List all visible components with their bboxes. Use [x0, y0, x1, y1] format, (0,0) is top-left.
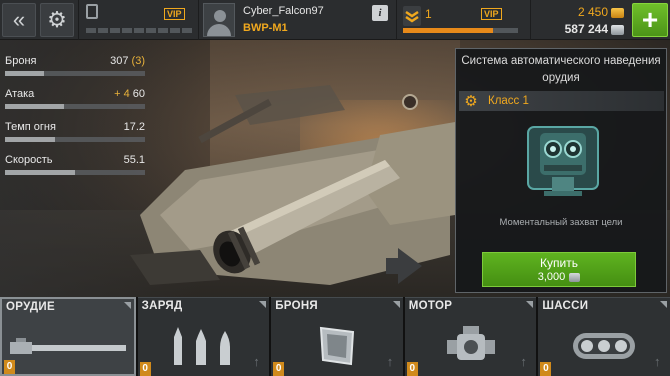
stat-bar	[5, 170, 145, 175]
stat-value: 17.2	[123, 121, 145, 133]
tab-count: 0	[540, 362, 552, 376]
avatar[interactable]	[203, 3, 235, 37]
stat-bar	[5, 71, 145, 76]
stat-speed: Скорость 55.1	[5, 154, 145, 187]
tab-label: МОТОР	[408, 300, 453, 312]
upgrade-arrow-icon: ↑	[520, 354, 527, 369]
divider	[396, 0, 397, 40]
corner-icon	[392, 301, 400, 308]
stat-label: Броня	[5, 55, 37, 67]
tab-chassis[interactable]: ШАССИ ↑ 0	[538, 297, 670, 376]
stat-bar	[5, 104, 145, 109]
gear-icon: ⚙	[464, 93, 478, 110]
module-panel: Система автоматического наведения орудия…	[455, 48, 667, 293]
tab-label: ЗАРЯД	[141, 300, 183, 312]
stat-value: 55.1	[123, 154, 145, 166]
module-title: Система автоматического наведения орудия	[461, 55, 661, 84]
stat-label: Атака	[5, 88, 35, 100]
corner-icon	[259, 301, 267, 308]
player-name: Cyber_Falcon97	[243, 5, 324, 17]
silver-coin-icon	[569, 272, 581, 282]
stat-label: Темп огня	[5, 121, 56, 133]
divider	[530, 0, 531, 40]
add-currency-button[interactable]: +	[632, 3, 668, 37]
vip-badge: VIP	[481, 8, 502, 20]
armor-plate-icon	[271, 318, 403, 373]
tab-gun[interactable]: ОРУДИЕ 0	[0, 297, 136, 376]
module-class: Класс 1	[488, 95, 529, 107]
gold-amount: 2 450	[577, 5, 608, 19]
stat-attack: Атака + 4 60	[5, 88, 145, 121]
vip-badge: VIP	[164, 8, 185, 20]
corner-icon	[123, 302, 131, 309]
price: 3,000	[483, 271, 635, 283]
module-class-row: ⚙ Класс 1	[459, 91, 664, 111]
track-icon	[538, 318, 670, 373]
gold-coin-icon	[611, 8, 624, 18]
upgrade-arrow-icon: ↑	[253, 354, 260, 369]
stat-value: + 4 60	[114, 88, 145, 100]
settings-button[interactable]: ⚙	[40, 3, 74, 37]
tank-name: BWP-M1	[243, 22, 288, 34]
upgrade-arrow-icon: ↑	[386, 354, 394, 369]
energy-bar	[86, 28, 192, 33]
shells-icon	[138, 318, 270, 373]
module-tabs: ОРУДИЕ 0 ЗАРЯД ↑ 0 БРОНЯ ↑ 0 МОТОР ↑ 0 Ш…	[0, 297, 670, 376]
tab-ammo[interactable]: ЗАРЯД ↑ 0	[137, 297, 270, 376]
divider	[78, 0, 79, 40]
tab-count: 0	[4, 360, 15, 374]
targeting-module-icon	[527, 126, 599, 196]
tab-count: 0	[406, 362, 418, 376]
engine-icon	[405, 318, 537, 373]
silver-coin-icon	[611, 25, 624, 35]
rank-chevron-icon	[403, 6, 421, 26]
tab-count: 0	[273, 362, 285, 376]
tab-label: ОРУДИЕ	[6, 301, 55, 313]
xp-progress-bar	[403, 28, 518, 33]
info-button[interactable]: i	[372, 5, 388, 21]
stat-bar	[5, 137, 145, 142]
tab-count: 0	[139, 362, 151, 376]
corner-icon	[659, 301, 667, 308]
buy-label: Купить	[540, 256, 578, 270]
double-chevron-left-icon: «	[12, 7, 26, 32]
stat-value: 307 (3)	[110, 55, 145, 67]
tank-stats: Броня 307 (3) Атака + 4 60 Темп огня 17.…	[5, 55, 145, 187]
top-bar: « ⚙ VIP Cyber_Falcon97 BWP-M1 i 1 VIP 2 …	[0, 0, 670, 40]
corner-icon	[526, 301, 534, 308]
module-description: Моментальный захват цели	[499, 217, 623, 228]
tab-armor[interactable]: БРОНЯ ↑ 0	[271, 297, 403, 376]
back-button[interactable]: «	[2, 3, 36, 37]
gear-icon: ⚙	[47, 7, 67, 32]
buy-button[interactable]: Купить 3,000	[482, 252, 636, 287]
stat-label: Скорость	[5, 154, 53, 166]
stat-fire-rate: Темп огня 17.2	[5, 121, 145, 154]
silver-amount: 587 244	[564, 22, 608, 36]
arrow-icon	[398, 248, 422, 284]
tab-label: БРОНЯ	[275, 300, 318, 312]
stat-armor: Броня 307 (3)	[5, 55, 145, 88]
tab-engine[interactable]: МОТОР ↑ 0	[404, 297, 537, 376]
gun-icon	[2, 319, 134, 374]
rank-level: 1	[425, 7, 432, 21]
fuel-can-icon	[86, 4, 98, 19]
upgrade-arrow-icon: ↑	[653, 354, 661, 369]
tab-label: ШАССИ	[542, 300, 589, 312]
divider	[198, 0, 199, 40]
